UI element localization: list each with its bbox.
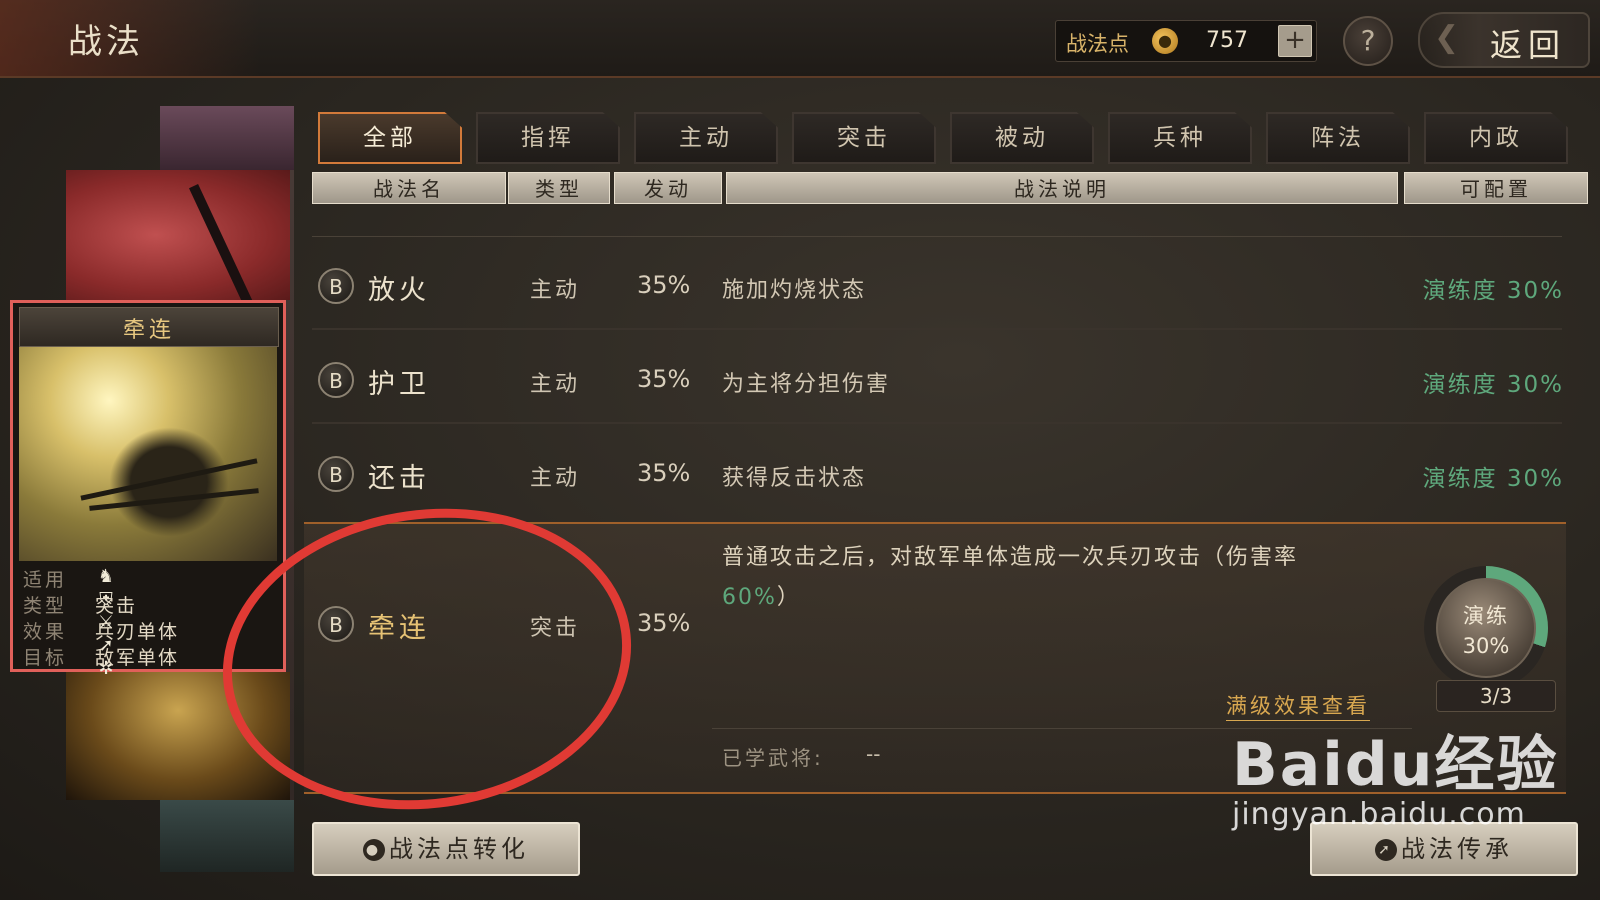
skill-rate: 35% (637, 459, 691, 487)
skill-name[interactable]: 护卫 (368, 362, 430, 401)
tactic-points-display: 战法点 ● 757 + (1055, 20, 1317, 62)
practice-count: 3/3 (1479, 684, 1513, 708)
sword-art (188, 183, 254, 300)
skill-name[interactable]: 还击 (368, 456, 430, 495)
card-type-key: 类型 (23, 595, 68, 617)
tab-active[interactable]: 主动 (634, 112, 778, 164)
back-arrow-icon: ❮ (1434, 20, 1460, 55)
column-header-trigger[interactable]: 发动 (614, 172, 722, 204)
skill-practice-progress: 演练度 30% (1422, 278, 1564, 304)
tactic-points-label: 战法点 (1066, 32, 1129, 56)
inherit-tactic-label: 战法传承 (1401, 835, 1513, 863)
skill-description: 为主将分担伤害 (722, 372, 891, 397)
tactic-card-thumbnail-bottom[interactable] (160, 800, 294, 872)
practice-percent: 30% (1462, 634, 1510, 658)
card-artwork (19, 347, 277, 561)
card-effect-key: 效果 (23, 621, 68, 643)
page-title: 战法 (68, 22, 144, 62)
practice-count-bar: 3/3 (1436, 680, 1556, 712)
column-header-name[interactable]: 战法名 (312, 172, 506, 204)
tab-all[interactable]: 全部 (318, 112, 462, 164)
skill-type: 主动 (530, 466, 581, 491)
skill-rate: 35% (637, 609, 691, 637)
tab-command[interactable]: 指挥 (476, 112, 620, 164)
tactic-card-thumbnail-red[interactable] (66, 170, 290, 300)
back-button[interactable]: ❮ 返回 (1418, 12, 1590, 68)
skill-description: 施加灼烧状态 (722, 278, 867, 303)
watermark-main: Baidu经验 (1232, 730, 1559, 800)
column-header-description: 战法说明 (726, 172, 1398, 204)
skill-type: 主动 (530, 372, 581, 397)
tactic-point-coin-icon: ● (363, 839, 385, 861)
watermark-sub: jingyan.baidu.com (1232, 797, 1526, 832)
tab-troop-type[interactable]: 兵种 (1108, 112, 1252, 164)
skill-rate: 35% (637, 365, 691, 393)
row-divider (312, 328, 1562, 330)
card-name-bar: 牵连 (19, 307, 279, 347)
tactic-point-coin-icon: ● (1152, 28, 1178, 54)
help-button[interactable]: ? (1343, 16, 1393, 66)
desc-text-end: ） (776, 585, 801, 610)
tactic-card-thumbnail-top[interactable] (160, 106, 294, 170)
inherit-arrow-icon: ➚ (1375, 839, 1397, 861)
baidu-watermark: Baidu经验 jingyan.baidu.com (1232, 716, 1558, 832)
column-header-configurable[interactable]: 可配置 (1404, 172, 1588, 204)
grade-badge: B (318, 362, 354, 398)
card-target-key: 目标 (23, 647, 68, 669)
skill-description-long: 普通攻击之后，对敌军单体造成一次兵刃攻击（伤害率 60%） (722, 538, 1382, 618)
desc-text: 普通攻击之后，对敌军单体造成一次兵刃攻击（伤害率 (722, 545, 1299, 570)
skill-name[interactable]: 放火 (368, 268, 430, 307)
cavalry-icon: ♞ (97, 566, 115, 587)
convert-points-button[interactable]: ● 战法点转化 (312, 822, 580, 876)
damage-rate-highlight: 60% (722, 585, 777, 610)
card-effect-value: 兵刃单体 (95, 621, 180, 643)
skill-practice-progress: 演练度 30% (1422, 466, 1564, 492)
column-header-type[interactable]: 类型 (508, 172, 610, 204)
skill-rate: 35% (637, 271, 691, 299)
tactic-points-value: 757 (1206, 28, 1248, 53)
skill-practice-progress: 演练度 30% (1422, 372, 1564, 398)
tab-formation[interactable]: 阵法 (1266, 112, 1410, 164)
convert-points-label: 战法点转化 (389, 835, 529, 863)
row-divider (312, 422, 1562, 424)
card-applicable-key: 适用 (23, 569, 68, 591)
learned-generals-value: -- (866, 742, 881, 766)
practice-label: 演练 (1463, 604, 1509, 628)
card-name: 牵连 (122, 318, 175, 343)
card-type-value: 突击 (95, 595, 138, 617)
back-button-label: 返回 (1489, 26, 1566, 64)
grade-badge: B (318, 456, 354, 492)
card-target-value: 敌军单体 (95, 647, 180, 669)
tab-assault[interactable]: 突击 (792, 112, 936, 164)
add-points-button[interactable]: + (1278, 25, 1312, 57)
row-divider (312, 236, 1562, 237)
skill-type: 主动 (530, 278, 581, 303)
top-bar: 战法 战法点 ● 757 + ? ❮ 返回 (0, 0, 1600, 78)
skill-description: 获得反击状态 (722, 466, 867, 491)
tab-internal-affairs[interactable]: 内政 (1424, 112, 1568, 164)
tab-passive[interactable]: 被动 (950, 112, 1094, 164)
learned-generals-label: 已学武将: (722, 746, 824, 770)
grade-badge: B (318, 268, 354, 304)
